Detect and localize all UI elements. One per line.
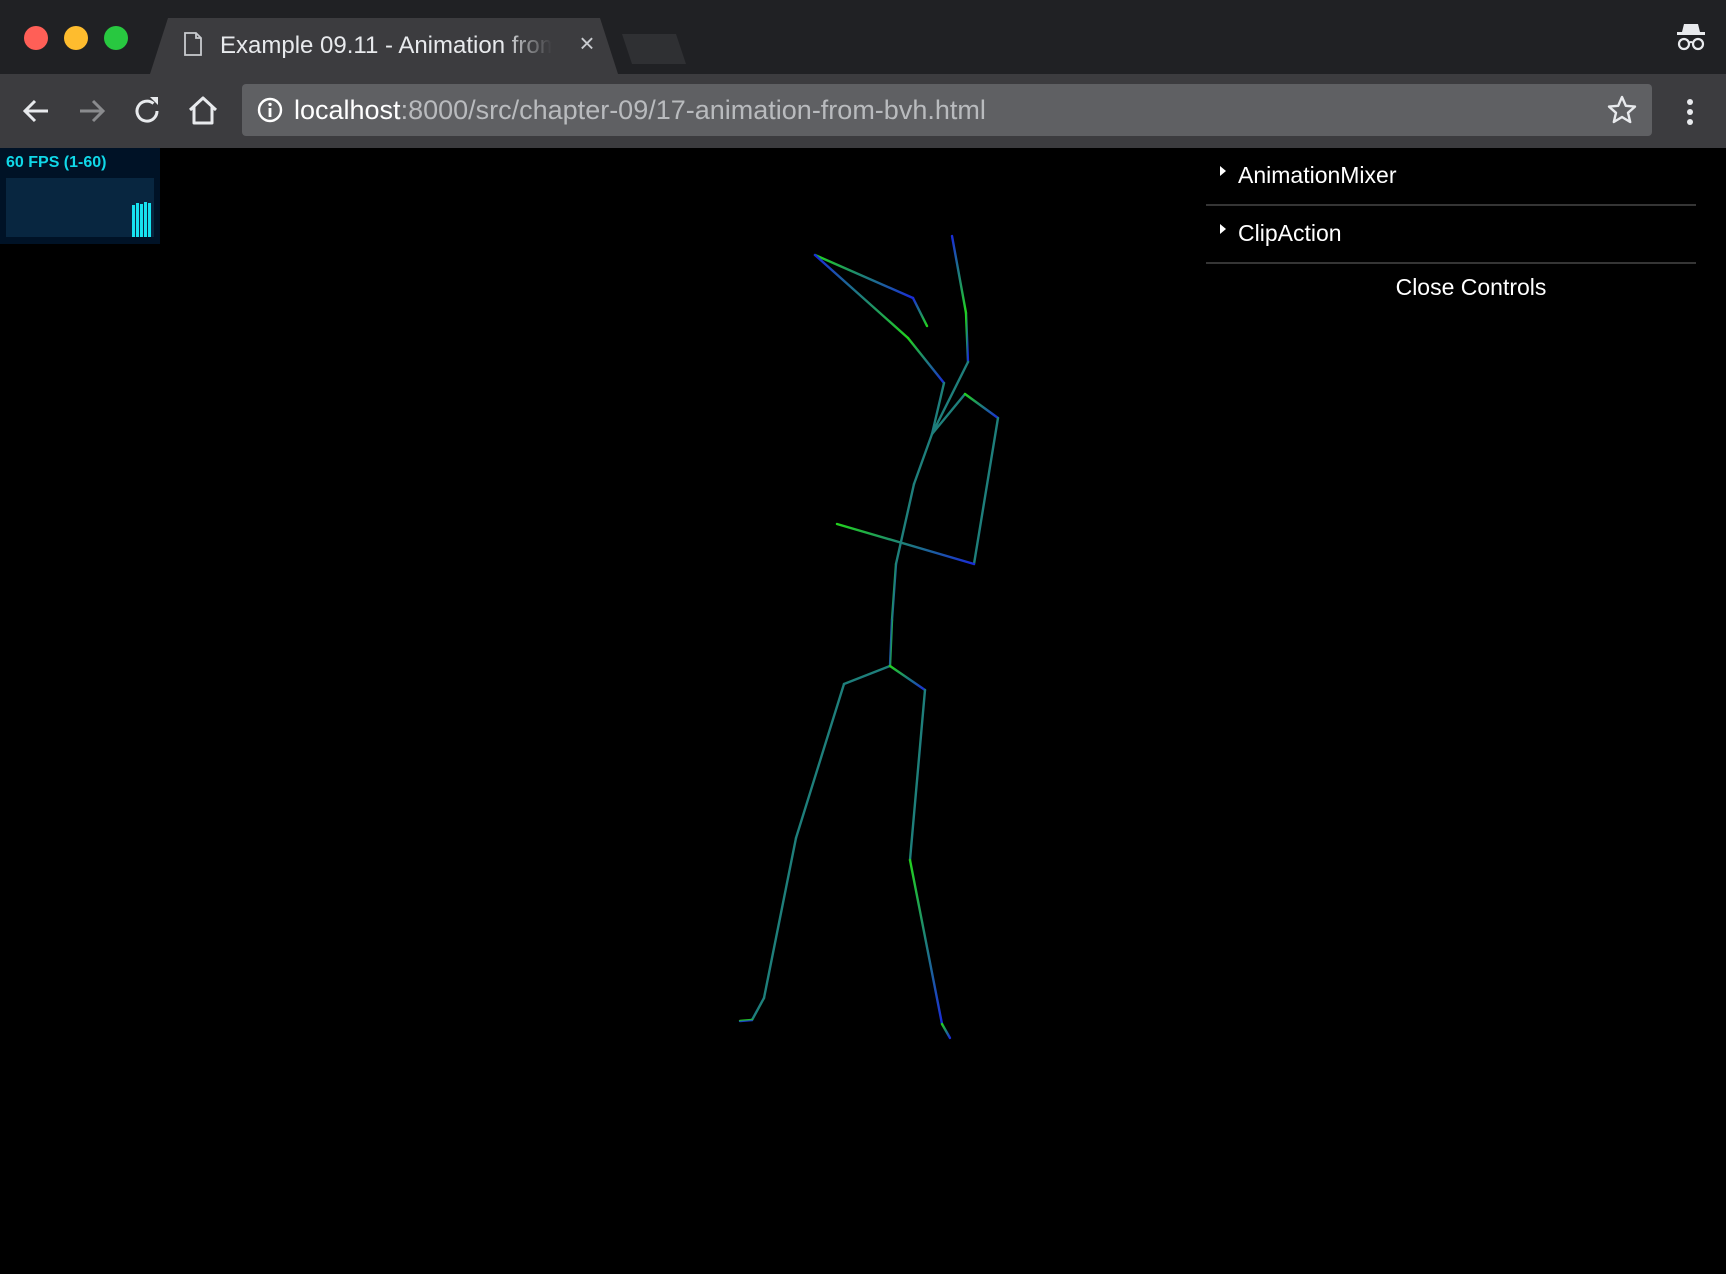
bone-right-thigh xyxy=(908,688,927,862)
bone-left-toe xyxy=(738,1018,754,1023)
bone-left-shin xyxy=(762,836,798,1000)
bone-left-thigh xyxy=(794,682,846,840)
reload-icon[interactable] xyxy=(128,92,166,130)
incognito-icon xyxy=(1677,24,1705,51)
close-controls-button[interactable]: Close Controls xyxy=(1206,264,1696,310)
dat-gui-panel: AnimationMixer ClipAction Close Controls xyxy=(1206,148,1696,310)
window-titlebar: Example 09.11 - Animation from BVH × xyxy=(0,0,1726,74)
bone-spine xyxy=(894,482,916,566)
url-path: :8000/src/chapter-09/17-animation-from-b… xyxy=(400,95,986,125)
menu-icon[interactable] xyxy=(1678,94,1702,130)
document-icon xyxy=(184,32,202,56)
bone-left-hip xyxy=(842,664,892,686)
window-minimize-button[interactable] xyxy=(64,26,88,50)
gui-folder-clip-action[interactable]: ClipAction xyxy=(1206,206,1696,264)
bone-right-upperarm xyxy=(972,416,1000,566)
bone-right-forearm xyxy=(835,522,976,566)
tab-title: Example 09.11 - Animation from BVH xyxy=(220,32,552,59)
gui-folder-animation-mixer[interactable]: AnimationMixer xyxy=(1206,148,1696,206)
bone-abdomen xyxy=(888,618,894,668)
bone-head xyxy=(950,234,968,315)
info-icon[interactable] xyxy=(256,96,284,124)
address-bar[interactable]: localhost:8000/src/chapter-09/17-animati… xyxy=(242,84,1652,136)
bone-spine-lower xyxy=(890,562,898,622)
bone-neck-upper xyxy=(964,311,970,364)
tab-close-button[interactable]: × xyxy=(574,28,600,58)
url-host: localhost xyxy=(294,95,401,125)
browser-tab-active[interactable]: Example 09.11 - Animation from BVH × xyxy=(150,18,618,74)
bone-left-foot xyxy=(750,996,766,1022)
new-tab-button[interactable] xyxy=(622,34,686,64)
back-icon[interactable] xyxy=(18,92,56,130)
bone-right-foot xyxy=(940,1022,952,1040)
bone-left-forearm xyxy=(813,253,910,340)
bookmark-star-icon[interactable] xyxy=(1606,94,1638,126)
window-close-button[interactable] xyxy=(24,26,48,50)
collapsed-arrow-icon xyxy=(1220,166,1226,176)
bone-chest xyxy=(912,432,934,486)
forward-icon[interactable] xyxy=(72,92,110,130)
gui-folder-label: AnimationMixer xyxy=(1238,162,1397,188)
collapsed-arrow-icon xyxy=(1220,224,1226,234)
browser-toolbar: localhost:8000/src/chapter-09/17-animati… xyxy=(0,74,1726,148)
bone-left-upperarm xyxy=(906,336,946,385)
bvh-skeleton xyxy=(738,234,1000,1040)
gui-folder-label: ClipAction xyxy=(1238,220,1342,246)
bone-right-shin xyxy=(908,858,944,1026)
bone-right-hip xyxy=(888,664,927,692)
bone-left-hand xyxy=(813,253,915,300)
bone-left-finger xyxy=(911,296,929,328)
home-icon[interactable] xyxy=(184,92,222,130)
bone-right-clavicle xyxy=(963,392,1000,420)
url-text[interactable]: localhost:8000/src/chapter-09/17-animati… xyxy=(294,94,986,126)
webgl-canvas[interactable]: 60 FPS (1-60) AnimationMixer ClipAction … xyxy=(0,148,1726,1274)
window-zoom-button[interactable] xyxy=(104,26,128,50)
